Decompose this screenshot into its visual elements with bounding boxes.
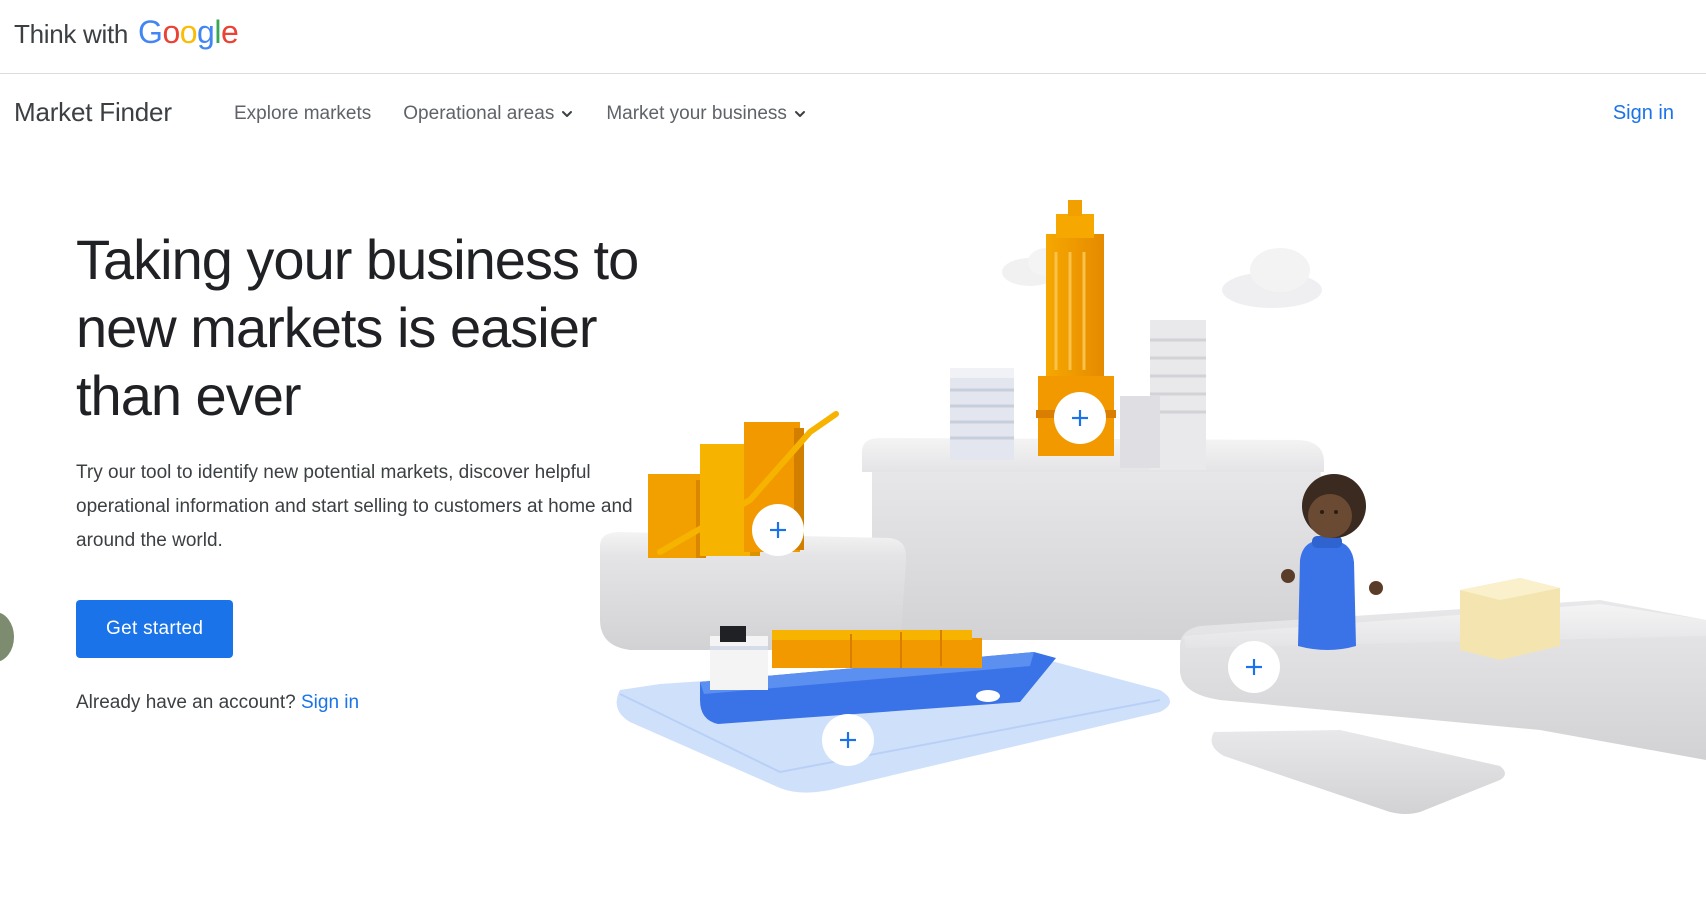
hotspot-city[interactable] xyxy=(1054,392,1106,444)
brand-prefix: Think with xyxy=(14,19,129,49)
building-white-left xyxy=(950,368,1014,460)
hero-title: Taking your business to new markets is e… xyxy=(76,228,639,427)
package-box xyxy=(1460,578,1560,660)
nav-item-explore-markets[interactable]: Explore markets xyxy=(234,103,371,125)
nav-item-label: Explore markets xyxy=(234,103,372,124)
google-letter: o xyxy=(162,14,180,50)
nav-item-label: Market your business xyxy=(606,103,787,124)
building-white-right xyxy=(1120,320,1206,470)
google-wordmark: Google xyxy=(138,14,239,51)
side-avatar-bubble[interactable] xyxy=(0,612,14,662)
nav-item-market-your-business[interactable]: Market your business xyxy=(606,103,807,125)
hotspot-shipping[interactable] xyxy=(822,714,874,766)
nav-menu: Explore markets Operational areas Market… xyxy=(234,103,807,125)
hotspot-chart[interactable] xyxy=(752,504,804,556)
nav-item-label: Operational areas xyxy=(403,103,555,124)
google-letter: o xyxy=(179,14,198,50)
get-started-button[interactable]: Get started xyxy=(76,600,234,658)
hero-illustration xyxy=(600,200,1706,922)
hero-section: Taking your business to new markets is e… xyxy=(76,226,676,714)
front-platform xyxy=(1211,730,1505,814)
product-name[interactable]: Market Finder xyxy=(14,97,172,128)
google-letter: G xyxy=(138,14,163,50)
chevron-down-icon xyxy=(793,107,807,121)
top-bar: Think with Google xyxy=(0,0,1706,74)
hotspot-customer[interactable] xyxy=(1228,641,1280,693)
chevron-down-icon xyxy=(560,107,574,121)
page: Think with Google Market Finder Explore … xyxy=(0,0,1706,922)
google-letter: g xyxy=(197,14,215,50)
city-platform xyxy=(862,438,1330,640)
hero-description: Try our tool to identify new potential m… xyxy=(76,462,633,551)
cloud-large xyxy=(1222,248,1322,308)
think-with-google-logo[interactable]: Think with Google xyxy=(14,14,239,51)
account-prompt-text: Already have an account? xyxy=(76,692,296,713)
account-prompt: Already have an account? Sign in xyxy=(76,692,676,714)
google-letter: e xyxy=(220,14,239,50)
sign-in-link-hero[interactable]: Sign in xyxy=(301,692,359,713)
nav-item-operational-areas[interactable]: Operational areas xyxy=(403,103,574,125)
sign-in-link[interactable]: Sign in xyxy=(1613,102,1674,125)
product-nav: Market Finder Explore markets Operationa… xyxy=(0,75,1706,155)
illustration-svg xyxy=(600,200,1706,814)
google-letter: l xyxy=(214,14,221,50)
